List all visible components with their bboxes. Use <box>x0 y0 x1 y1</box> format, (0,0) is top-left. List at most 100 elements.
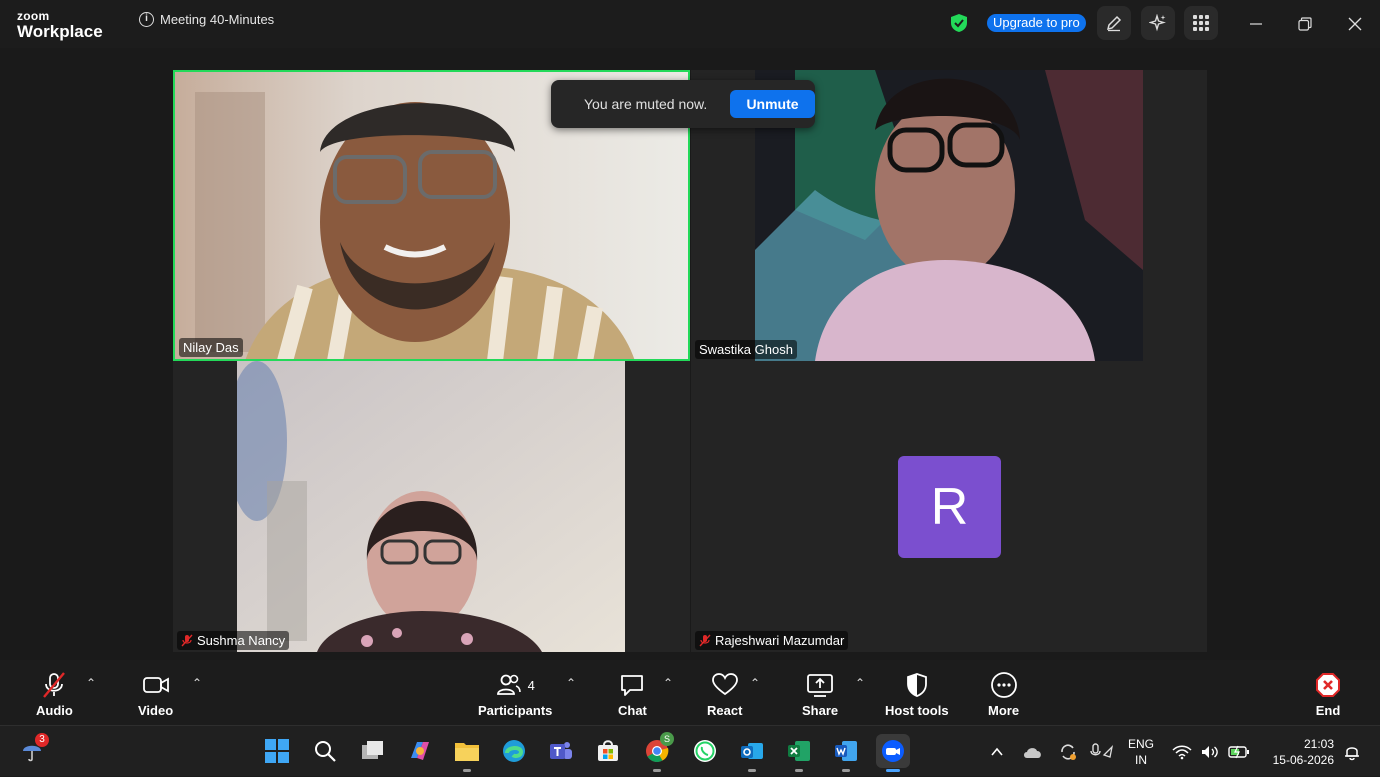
audio-button[interactable]: Audio <box>36 670 73 718</box>
upgrade-button[interactable]: Upgrade to pro <box>987 14 1086 32</box>
notifications-button[interactable] <box>1343 726 1361 777</box>
notification-bell-icon <box>1345 746 1359 760</box>
chat-button[interactable]: Chat <box>618 670 647 718</box>
whiteboard-button[interactable] <box>1097 6 1131 40</box>
taskbar-zoom[interactable] <box>876 734 910 772</box>
mic-location-tray[interactable] <box>1090 726 1114 777</box>
participants-count: 4 <box>527 677 535 693</box>
ai-companion-button[interactable] <box>1141 6 1175 40</box>
apps-button[interactable] <box>1184 6 1218 40</box>
video-camera-icon <box>142 677 169 693</box>
store-icon <box>598 740 618 761</box>
minimize-button[interactable] <box>1244 12 1268 36</box>
avatar: R <box>898 456 1001 558</box>
taskbar-whatsapp[interactable] <box>688 734 722 768</box>
meeting-info-button[interactable]: i Meeting 40-Minutes <box>139 12 274 27</box>
microphone-in-use-icon <box>1090 742 1114 758</box>
participant-name-label: Sushma Nancy <box>177 631 290 650</box>
taskbar-teams[interactable] <box>544 734 578 768</box>
muted-notification: You are muted now. Unmute <box>551 80 815 128</box>
muted-mic-icon <box>43 672 66 698</box>
host-tools-label: Host tools <box>885 703 949 718</box>
video-label: Video <box>138 703 174 718</box>
taskbar-copilot[interactable] <box>403 734 437 768</box>
video-button[interactable]: Video <box>138 670 173 718</box>
unmute-button[interactable]: Unmute <box>730 90 815 118</box>
clock[interactable]: 21:03 15-06-2026 <box>1264 726 1334 777</box>
participant-name: Sushma Nancy <box>197 633 286 648</box>
participants-button[interactable]: 4 Participants <box>478 670 552 718</box>
chat-options-chevron-icon[interactable]: ⌃ <box>663 676 673 690</box>
taskbar-word[interactable] <box>829 734 863 772</box>
taskbar-search[interactable] <box>308 734 342 768</box>
search-icon <box>315 741 336 762</box>
brand-line1: zoom <box>17 9 50 23</box>
more-button[interactable]: More <box>988 670 1019 718</box>
onedrive-tray[interactable] <box>1023 726 1043 777</box>
taskbar-store[interactable] <box>591 734 625 768</box>
weather-badge: 3 <box>35 733 49 747</box>
battery-charging-icon <box>1228 745 1249 758</box>
language-line2: IN <box>1135 752 1147 767</box>
participant-name-label: Nilay Das <box>179 338 243 357</box>
video-tile-sushma[interactable]: Sushma Nancy <box>173 361 690 652</box>
task-view-icon <box>362 741 383 759</box>
word-icon <box>835 741 857 761</box>
windows-logo-icon <box>265 739 289 763</box>
taskbar-excel[interactable] <box>782 734 816 772</box>
excel-icon <box>788 741 810 761</box>
show-hidden-icons-button[interactable] <box>990 726 1004 777</box>
share-options-chevron-icon[interactable]: ⌃ <box>855 676 865 690</box>
end-meeting-icon <box>1316 673 1340 697</box>
muted-mic-icon <box>699 634 711 647</box>
muted-mic-icon <box>181 634 193 647</box>
chevron-up-icon <box>991 747 1003 756</box>
share-button[interactable]: Share <box>802 670 838 718</box>
audio-label: Audio <box>36 703 73 718</box>
weather-widget[interactable]: 3 <box>16 733 50 768</box>
audio-options-chevron-icon[interactable]: ⌃ <box>86 676 96 690</box>
participant-video <box>237 361 625 652</box>
video-options-chevron-icon[interactable]: ⌃ <box>192 676 202 690</box>
sparkle-icon <box>1149 14 1166 32</box>
close-button[interactable] <box>1343 12 1367 36</box>
taskbar-chrome[interactable]: S <box>640 732 674 772</box>
edge-browser-icon <box>503 740 525 762</box>
copilot-icon <box>411 742 429 760</box>
start-button[interactable] <box>260 734 294 768</box>
chat-label: Chat <box>618 703 647 718</box>
react-button[interactable]: React <box>707 670 742 718</box>
volume-icon <box>1202 745 1218 758</box>
folder-icon <box>455 743 479 761</box>
participant-name: Swastika Ghosh <box>699 342 793 357</box>
language-line1: ENG <box>1128 736 1155 751</box>
brand-line2: Workplace <box>17 22 103 41</box>
taskbar-edge[interactable] <box>497 734 531 768</box>
end-meeting-button[interactable]: End <box>1315 670 1341 718</box>
share-label: Share <box>802 703 839 718</box>
muted-message: You are muted now. <box>584 96 708 112</box>
sync-tray[interactable] <box>1058 726 1078 777</box>
end-label: End <box>1315 703 1341 718</box>
cloud-icon <box>1024 747 1041 758</box>
taskbar-outlook[interactable] <box>735 734 769 772</box>
host-tools-button[interactable]: Host tools <box>885 670 949 718</box>
outlook-icon <box>741 743 763 759</box>
title-bar: zoom Workplace i Meeting 40-Minutes Upgr… <box>0 0 1380 48</box>
react-options-chevron-icon[interactable]: ⌃ <box>750 676 760 690</box>
grid-icon <box>1193 15 1209 31</box>
participant-name-label: Swastika Ghosh <box>695 340 797 359</box>
participant-name-label: Rajeshwari Mazumdar <box>695 631 849 650</box>
chat-icon <box>621 675 644 696</box>
zoom-logo: zoom Workplace <box>17 10 103 40</box>
pencil-icon <box>1106 15 1122 32</box>
encryption-shield-icon[interactable] <box>950 13 968 33</box>
participants-options-chevron-icon[interactable]: ⌃ <box>566 676 576 690</box>
restore-button[interactable] <box>1293 12 1317 36</box>
taskbar-file-explorer[interactable] <box>450 734 484 772</box>
task-view-button[interactable] <box>356 734 390 768</box>
language-indicator[interactable]: ENG IN <box>1128 726 1154 777</box>
windows-taskbar: 3 S ENG IN 21:03 15-06-2026 <box>0 725 1380 776</box>
quick-settings-tray[interactable] <box>1172 726 1250 777</box>
clock-time: 21:03 <box>1303 736 1334 751</box>
